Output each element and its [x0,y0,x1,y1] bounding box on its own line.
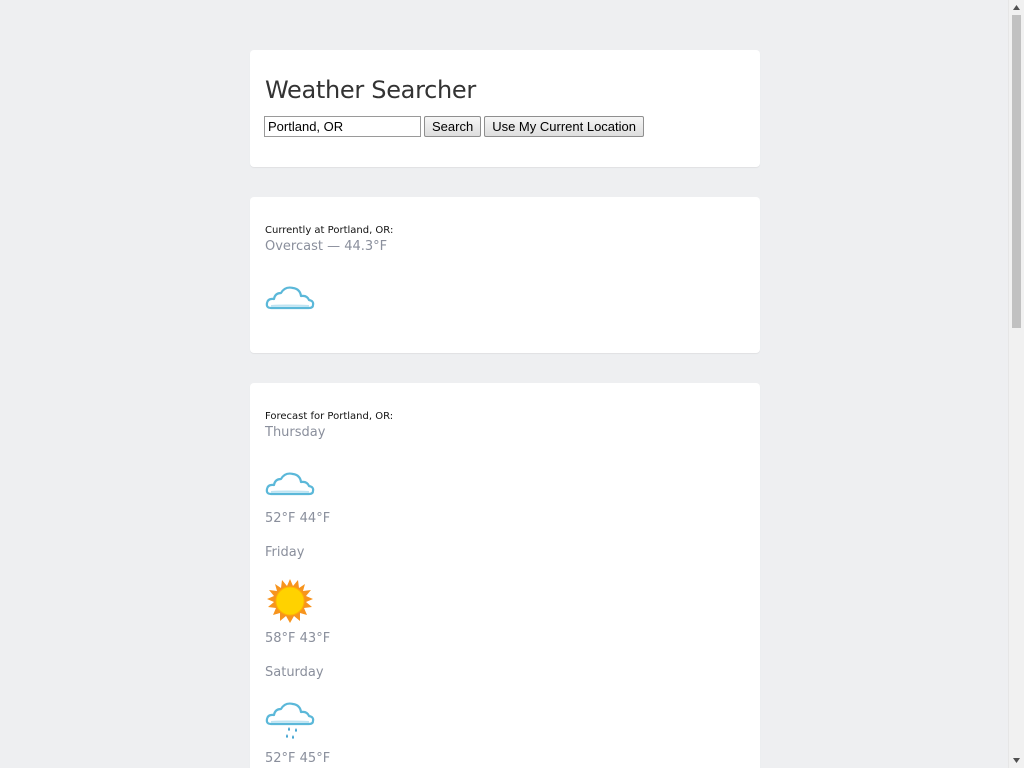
forecast-caption: Forecast for Portland, OR: [265,411,394,422]
current-conditions-card: Currently at Portland, OR: Overcast — 44… [250,197,760,353]
search-card: Weather Searcher Search Use My Current L… [250,50,760,167]
scroll-up-icon[interactable] [1009,0,1024,15]
forecast-day-temps: 52°F 44°F [265,511,331,526]
rain-cloud-icon [265,702,315,739]
location-search-input[interactable] [264,116,421,137]
forecast-day-temps: 52°F 45°F [265,751,331,766]
forecast-day-name: Saturday [265,665,324,680]
forecast-card: Forecast for Portland, OR: Thursday 52°F… [250,383,760,768]
scroll-thumb[interactable] [1012,15,1021,328]
cloud-icon [265,286,315,310]
scroll-down-icon[interactable] [1009,753,1024,768]
search-button[interactable]: Search [424,116,482,137]
page: Weather Searcher Search Use My Current L… [0,0,1024,768]
search-row: Search Use My Current Location [264,116,644,137]
app-title: Weather Searcher [265,76,476,104]
current-caption: Currently at Portland, OR: [265,225,394,236]
use-current-location-button[interactable]: Use My Current Location [484,116,644,137]
cloud-icon [265,472,315,496]
forecast-day-temps: 58°F 43°F [265,631,331,646]
vertical-scrollbar[interactable] [1008,0,1024,768]
current-summary: Overcast — 44.3°F [265,239,388,254]
sun-icon [267,579,313,623]
forecast-day-name: Friday [265,545,305,560]
forecast-day-name: Thursday [265,425,326,440]
